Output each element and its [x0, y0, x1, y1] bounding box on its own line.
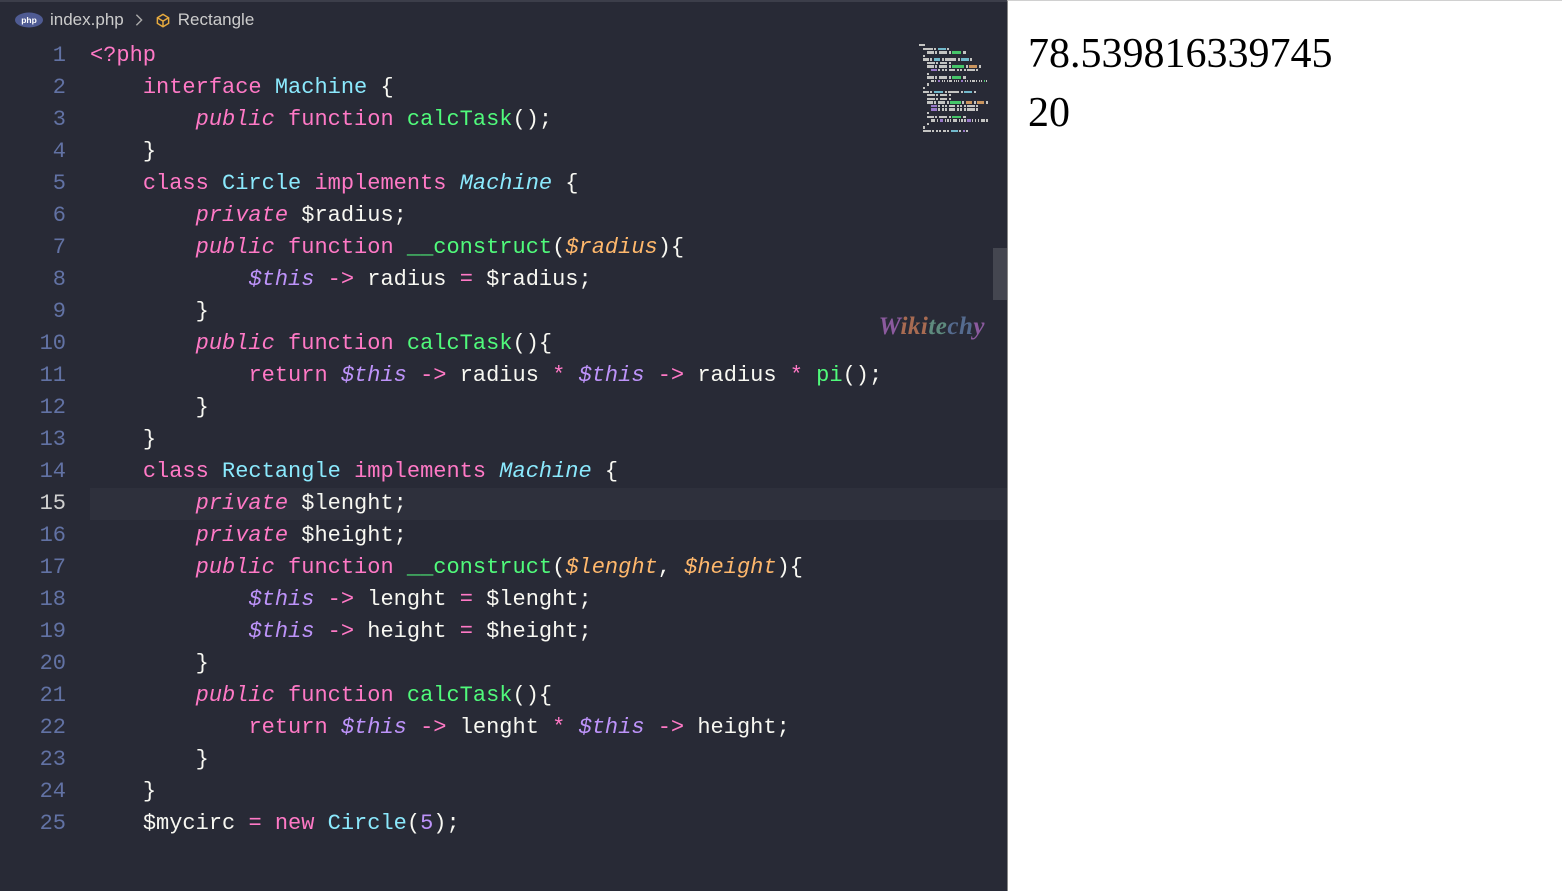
- line-number: 9: [0, 296, 66, 328]
- code-line[interactable]: }: [90, 296, 1007, 328]
- code-line[interactable]: $this -> height = $height;: [90, 616, 1007, 648]
- output-panel: 78.539816339745 20: [1007, 0, 1562, 891]
- line-number: 4: [0, 136, 66, 168]
- code-line[interactable]: }: [90, 744, 1007, 776]
- line-number: 14: [0, 456, 66, 488]
- code-line[interactable]: private $radius;: [90, 200, 1007, 232]
- code-line[interactable]: public function calcTask(){: [90, 328, 1007, 360]
- line-number: 16: [0, 520, 66, 552]
- line-number: 2: [0, 72, 66, 104]
- editor-panel: php index.php Rectangle 1234567891011121…: [0, 0, 1007, 891]
- line-number: 15: [0, 488, 66, 520]
- code-line[interactable]: class Circle implements Machine {: [90, 168, 1007, 200]
- line-number-gutter: 1234567891011121314151617181920212223242…: [0, 38, 90, 891]
- php-file-icon: php: [14, 12, 44, 28]
- code-line[interactable]: private $lenght;: [90, 488, 1007, 520]
- line-number: 1: [0, 40, 66, 72]
- code-line[interactable]: }: [90, 776, 1007, 808]
- code-line[interactable]: }: [90, 392, 1007, 424]
- code-line[interactable]: public function __construct($lenght, $he…: [90, 552, 1007, 584]
- line-number: 25: [0, 808, 66, 840]
- code-line[interactable]: $this -> lenght = $lenght;: [90, 584, 1007, 616]
- class-symbol-icon: [154, 11, 172, 29]
- line-number: 17: [0, 552, 66, 584]
- code-line[interactable]: public function calcTask();: [90, 104, 1007, 136]
- line-number: 13: [0, 424, 66, 456]
- breadcrumb-file[interactable]: index.php: [50, 10, 124, 30]
- line-number: 23: [0, 744, 66, 776]
- line-number: 19: [0, 616, 66, 648]
- breadcrumb-symbol[interactable]: Rectangle: [178, 10, 255, 30]
- svg-text:php: php: [21, 15, 37, 25]
- scrollbar[interactable]: [993, 38, 1007, 891]
- code-area[interactable]: <?php interface Machine { public functio…: [90, 38, 1007, 891]
- code-line[interactable]: }: [90, 424, 1007, 456]
- line-number: 24: [0, 776, 66, 808]
- code-line[interactable]: return $this -> lenght * $this -> height…: [90, 712, 1007, 744]
- code-line[interactable]: class Rectangle implements Machine {: [90, 456, 1007, 488]
- output-line: 20: [1028, 84, 1542, 143]
- line-number: 12: [0, 392, 66, 424]
- line-number: 3: [0, 104, 66, 136]
- line-number: 11: [0, 360, 66, 392]
- breadcrumb-bar: php index.php Rectangle: [0, 0, 1007, 38]
- code-line[interactable]: }: [90, 648, 1007, 680]
- line-number: 21: [0, 680, 66, 712]
- line-number: 7: [0, 232, 66, 264]
- editor-body[interactable]: 1234567891011121314151617181920212223242…: [0, 38, 1007, 891]
- scrollbar-thumb[interactable]: [993, 248, 1007, 300]
- line-number: 20: [0, 648, 66, 680]
- code-line[interactable]: public function calcTask(){: [90, 680, 1007, 712]
- line-number: 8: [0, 264, 66, 296]
- line-number: 18: [0, 584, 66, 616]
- code-line[interactable]: $this -> radius = $radius;: [90, 264, 1007, 296]
- chevron-right-icon: [132, 13, 146, 27]
- code-line[interactable]: <?php: [90, 40, 1007, 72]
- output-line: 78.539816339745: [1028, 25, 1542, 84]
- code-line[interactable]: public function __construct($radius){: [90, 232, 1007, 264]
- code-line[interactable]: }: [90, 136, 1007, 168]
- line-number: 6: [0, 200, 66, 232]
- code-line[interactable]: $mycirc = new Circle(5);: [90, 808, 1007, 840]
- code-line[interactable]: private $height;: [90, 520, 1007, 552]
- line-number: 10: [0, 328, 66, 360]
- line-number: 22: [0, 712, 66, 744]
- line-number: 5: [0, 168, 66, 200]
- code-line[interactable]: return $this -> radius * $this -> radius…: [90, 360, 1007, 392]
- code-line[interactable]: interface Machine {: [90, 72, 1007, 104]
